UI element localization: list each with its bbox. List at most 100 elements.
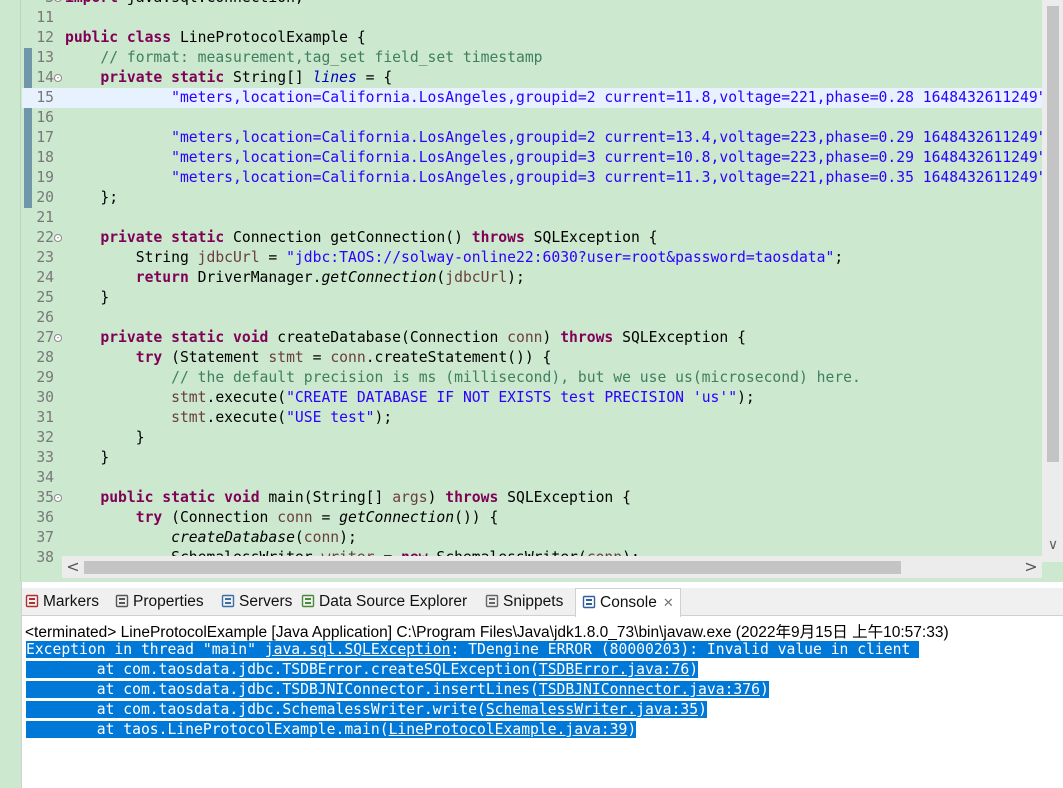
code-token: throws — [471, 229, 525, 246]
console-text: : TDengine ERROR (80000203): Invalid val… — [450, 641, 920, 658]
code-text: stmt.execute("CREATE DATABASE IF NOT EXI… — [65, 388, 755, 408]
stacktrace-link[interactable]: java.sql.SQLException — [265, 641, 451, 658]
code-token: = — [259, 249, 287, 266]
scroll-right-arrow-icon[interactable]: > — [1024, 557, 1038, 577]
code-text: "meters,location=California.LosAngeles,g… — [65, 128, 1055, 148]
scroll-down-arrow-icon[interactable]: ∨ — [1047, 538, 1059, 552]
tab-data-source-explorer[interactable]: Data Source Explorer — [301, 588, 467, 616]
code-line[interactable]: 21 — [22, 208, 1042, 228]
scroll-left-arrow-icon[interactable]: < — [66, 557, 80, 577]
code-line[interactable]: 35- public static void main(String[] arg… — [22, 488, 1042, 508]
code-token: // the default precision is ms (millisec… — [171, 369, 861, 386]
code-token: createDatabase(Connection — [268, 329, 508, 346]
code-token: throws — [445, 489, 499, 506]
collapse-fold-icon[interactable]: - — [54, 334, 62, 342]
code-line[interactable]: 36 try (Connection conn = getConnection(… — [22, 508, 1042, 528]
tab-markers[interactable]: Markers — [25, 588, 99, 616]
line-number: 21 — [36, 209, 54, 226]
vertical-scrollbar[interactable]: ∨ — [1042, 0, 1063, 562]
code-lines[interactable]: 3+import java.sql.Connection;1112public … — [22, 0, 1055, 568]
code-token: lines — [312, 69, 357, 86]
code-token: = — [312, 509, 340, 526]
code-line[interactable]: 34 — [22, 468, 1042, 488]
code-token: conn — [277, 509, 313, 526]
console-icon — [582, 591, 596, 609]
code-line[interactable]: 25 } — [22, 288, 1042, 308]
code-line[interactable]: 17 "meters,location=California.LosAngele… — [22, 128, 1055, 148]
console-text: ) — [759, 681, 769, 698]
line-number: 15 — [36, 89, 54, 106]
collapse-fold-icon[interactable]: - — [54, 234, 62, 242]
left-margin-strip — [0, 582, 21, 788]
code-token: createDatabase — [171, 529, 295, 546]
code-line[interactable]: 32 } — [22, 428, 1042, 448]
code-token: "meters,location=California.LosAngeles,g… — [171, 169, 1056, 186]
code-token: String[] — [224, 69, 313, 86]
tab-properties[interactable]: Properties — [115, 588, 204, 616]
collapse-fold-icon[interactable]: - — [54, 74, 62, 82]
close-icon[interactable]: ✕ — [663, 589, 674, 617]
code-line[interactable]: 30 stmt.execute("CREATE DATABASE IF NOT … — [22, 388, 1042, 408]
code-line[interactable]: 24 return DriverManager.getConnection(jd… — [22, 268, 1042, 288]
stacktrace-link[interactable]: TSDBError.java:76 — [539, 661, 689, 678]
code-line[interactable]: 11 — [22, 8, 1042, 28]
collapse-fold-icon[interactable]: - — [54, 494, 62, 502]
vertical-scroll-thumb[interactable] — [1047, 6, 1059, 462]
code-line[interactable]: 16 — [22, 108, 1042, 128]
code-line[interactable]: 33 } — [22, 448, 1042, 468]
console-line: at com.taosdata.jdbc.TSDBJNIConnector.in… — [26, 680, 919, 700]
line-number: 16 — [36, 109, 54, 126]
tab-snippets[interactable]: Snippets — [485, 588, 563, 616]
stacktrace-link[interactable]: LineProtocolExample.java:39 — [389, 721, 628, 738]
code-line[interactable]: 15 "meters,location=California.LosAngele… — [22, 88, 1055, 108]
code-line[interactable]: 12 public class LineProtocolExample { — [22, 28, 1042, 48]
code-line[interactable]: 13 // format: measurement,tag_set field_… — [22, 48, 1042, 68]
code-line[interactable]: 23 String jdbcUrl = "jdbc:TAOS://solway-… — [22, 248, 1042, 268]
console-output[interactable]: Exception in thread "main" java.sql.SQLE… — [26, 640, 920, 740]
code-line[interactable]: 31 stmt.execute("USE test"); — [22, 408, 1042, 428]
code-line[interactable]: 27- private static void createDatabase(C… — [22, 328, 1042, 348]
line-number: 14 — [36, 69, 54, 86]
console-text: ) — [627, 721, 637, 738]
code-token: "meters,location=California.LosAngeles,g… — [171, 89, 1056, 106]
code-line[interactable]: 20 }; — [22, 188, 1042, 208]
horizontal-scrollbar[interactable]: < > — [62, 556, 1042, 578]
code-text: public static void main(String[] args) t… — [65, 488, 631, 508]
horizontal-scroll-thumb[interactable] — [84, 561, 901, 574]
code-text: "meters,location=California.LosAngeles,g… — [65, 88, 1055, 108]
code-line[interactable]: 19 "meters,location=California.LosAngele… — [22, 168, 1055, 188]
tab-servers[interactable]: Servers — [221, 588, 292, 616]
code-line[interactable]: 37 createDatabase(conn); — [22, 528, 1042, 548]
code-line[interactable]: 14- private static String[] lines = { — [22, 68, 1042, 88]
code-line[interactable]: 18 "meters,location=California.LosAngele… — [22, 148, 1055, 168]
code-token: DriverManager. — [188, 269, 322, 286]
snippets-icon — [485, 590, 499, 608]
line-number: 29 — [36, 369, 54, 386]
view-tab-bar: Markers Properties Servers Data Source Expl… — [22, 588, 1063, 617]
code-line[interactable]: 28 try (Statement stmt = conn.createStat… — [22, 348, 1042, 368]
line-number: 20 — [36, 189, 54, 206]
code-token: conn — [330, 349, 366, 366]
code-token: getConnection — [339, 509, 455, 526]
code-line[interactable]: 3+import java.sql.Connection; — [22, 0, 1042, 8]
code-text: String jdbcUrl = "jdbc:TAOS://solway-onl… — [65, 248, 843, 268]
code-token: SQLException { — [613, 329, 746, 346]
properties-icon — [115, 590, 129, 608]
code-token: "jdbc:TAOS://solway-online22:6030?user=r… — [286, 249, 835, 266]
code-token: conn — [507, 329, 543, 346]
code-editor[interactable]: 3+import java.sql.Connection;1112public … — [0, 0, 1063, 582]
tab-console[interactable]: Console ✕ — [575, 588, 681, 617]
stacktrace-link[interactable]: SchemalessWriter.java:35 — [486, 701, 698, 718]
expand-fold-icon[interactable]: + — [54, 0, 62, 2]
code-line[interactable]: 26 — [22, 308, 1042, 328]
code-line[interactable]: 22- private static Connection getConnect… — [22, 228, 1042, 248]
code-line[interactable]: 29 // the default precision is ms (milli… — [22, 368, 1042, 388]
line-number: 27 — [36, 329, 54, 346]
stacktrace-link[interactable]: TSDBJNIConnector.java:376 — [539, 681, 760, 698]
code-token: LineProtocolExample { — [171, 29, 366, 46]
console-text: ) — [689, 661, 699, 678]
line-number: 19 — [36, 169, 54, 186]
